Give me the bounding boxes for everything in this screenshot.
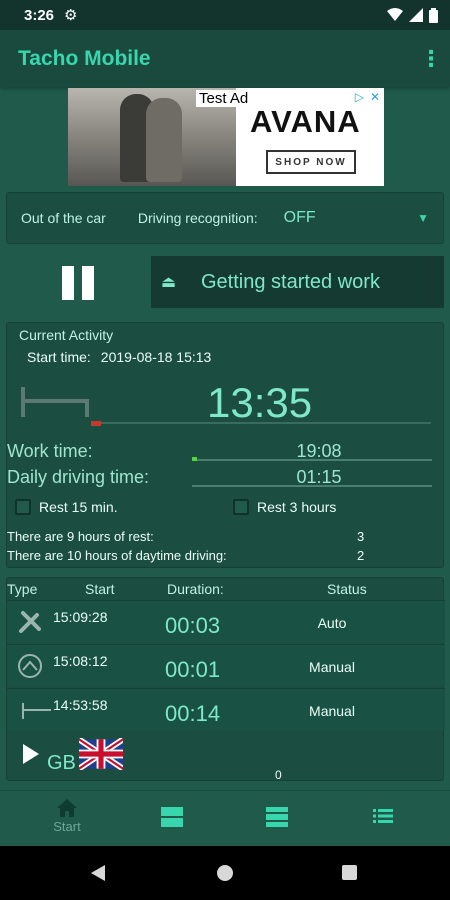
ad-person: [146, 98, 182, 182]
start-time-value: 2019-08-18 15:13: [100, 349, 212, 365]
activity-duration: 13:35: [207, 379, 313, 426]
steering-wheel-icon: [18, 654, 42, 678]
column-header: Start: [85, 581, 115, 597]
tab-label: Start: [53, 819, 81, 834]
work-time-label: Work time:: [7, 441, 93, 461]
daily-driving-label: Daily driving time:: [7, 467, 150, 487]
recents-button[interactable]: [342, 865, 357, 880]
test-ad-label: Test Ad: [196, 90, 252, 107]
pause-icon-bar: [82, 266, 94, 300]
country-code: GB: [47, 752, 76, 774]
rest-3h-label: Rest 3 hours: [257, 499, 337, 515]
history-row[interactable]: 14:53:58 00:14 Manual: [7, 688, 445, 730]
daily-driving-value: 01:15: [296, 467, 342, 487]
work-time-progress: [192, 457, 197, 461]
rest-3h-checkbox[interactable]: Rest 3 hours: [233, 499, 336, 515]
clock: 3:26: [24, 6, 55, 24]
section-title: Current Activity: [19, 327, 114, 343]
daily-driving-row: Daily driving time: 01:15: [7, 467, 445, 491]
activity-progress-marker: [91, 421, 101, 426]
home-icon: [57, 799, 77, 817]
ad-brand: AVANA: [250, 104, 361, 139]
eject-icon: ⏏: [161, 274, 177, 291]
history-duration: 00:03: [165, 613, 221, 638]
pause-icon-bar: [62, 266, 74, 300]
history-duration: 00:14: [165, 701, 221, 726]
uk-flag-icon[interactable]: [79, 738, 123, 770]
rest-stat-label: There are 9 hours of rest:: [7, 529, 154, 544]
rest-15-label: Rest 15 min.: [39, 499, 118, 515]
app-bar: Tacho Mobile ⋮: [0, 30, 450, 87]
driving-recognition-bar: Out of the car Driving recognition: OFF …: [6, 192, 444, 244]
start-time-label: Start time:: [27, 349, 91, 365]
gear-icon: ⚙: [64, 7, 78, 24]
rest-stat: There are 9 hours of rest: 3: [7, 529, 445, 544]
work-time-row: Work time: 19:08: [7, 441, 445, 465]
column-header: Status: [327, 581, 367, 597]
history-start: 15:08:12: [53, 653, 108, 669]
history-status: Auto: [317, 615, 347, 631]
close-icon[interactable]: ✕: [370, 90, 380, 104]
driver-status: Out of the car: [21, 210, 106, 226]
start-time: Start time: 2019-08-18 15:13: [27, 349, 211, 365]
rest-stat-value: 3: [357, 529, 365, 544]
history-row[interactable]: 15:09:28 00:03 Auto: [7, 600, 445, 642]
list-icon: [373, 809, 393, 823]
adchoices-icon[interactable]: ▷: [355, 90, 364, 104]
system-status-bar: 3:26 ⚙: [0, 0, 450, 30]
history-status: Manual: [309, 703, 355, 719]
pause-button[interactable]: [62, 266, 94, 300]
ad-controls[interactable]: ▷ ✕: [355, 90, 380, 104]
system-navigation-bar: [0, 846, 450, 900]
column-header: Duration:: [167, 581, 224, 597]
tab-start[interactable]: Start: [11, 791, 123, 847]
rest-15-checkbox[interactable]: Rest 15 min.: [15, 499, 118, 515]
driving-stat-label: There are 10 hours of daytime driving:: [7, 548, 227, 563]
overflow-menu-icon[interactable]: ⋮: [420, 46, 442, 72]
battery-icon: [429, 7, 438, 23]
app-title: Tacho Mobile: [18, 46, 151, 70]
home-button[interactable]: [217, 865, 233, 881]
bed-icon: [21, 387, 89, 417]
split-view-icon: [161, 807, 183, 827]
tab-split-view[interactable]: [116, 791, 228, 847]
work-time-value: 19:08: [296, 441, 342, 461]
history-row[interactable]: 15:08:12 00:01 Manual: [7, 644, 445, 686]
bed-icon: [22, 703, 51, 719]
current-activity-panel: Current Activity Start time: 2019-08-18 1…: [6, 322, 444, 568]
checkbox-box[interactable]: [233, 499, 249, 515]
driving-stat: There are 10 hours of daytime driving: 2: [7, 548, 445, 563]
activity-history-panel: Type Start Duration: Status 15:09:28 00:…: [6, 577, 445, 782]
signal-icon: [409, 8, 423, 22]
back-button[interactable]: [91, 865, 105, 881]
shop-now-button[interactable]: SHOP NOW: [266, 150, 356, 174]
driving-stat-value: 2: [357, 548, 365, 563]
bottom-navigation: Start: [0, 790, 450, 846]
play-icon[interactable]: [23, 744, 39, 764]
column-header: Type: [7, 581, 38, 597]
status-icons: [387, 7, 438, 23]
wifi-icon: [387, 8, 403, 21]
history-duration: 00:01: [165, 657, 221, 682]
tab-list[interactable]: [327, 791, 439, 847]
tools-icon: [19, 611, 41, 633]
ad-banner[interactable]: Test Ad ▷ ✕ AVANA SHOP NOW: [68, 88, 384, 186]
record-count: 0: [275, 768, 282, 782]
list-view-icon: [266, 807, 288, 827]
driving-recognition-select[interactable]: OFF: [284, 209, 316, 227]
chevron-down-icon[interactable]: ▼: [417, 211, 429, 225]
history-start: 14:53:58: [53, 697, 108, 713]
start-work-button[interactable]: ⏏ Getting started work: [151, 256, 444, 308]
driving-recognition-label: Driving recognition:: [137, 210, 258, 226]
history-start: 15:09:28: [53, 609, 108, 625]
history-status: Manual: [309, 659, 355, 675]
start-work-label: Getting started work: [201, 270, 380, 293]
tab-list-view[interactable]: [221, 791, 333, 847]
checkbox-box[interactable]: [15, 499, 31, 515]
